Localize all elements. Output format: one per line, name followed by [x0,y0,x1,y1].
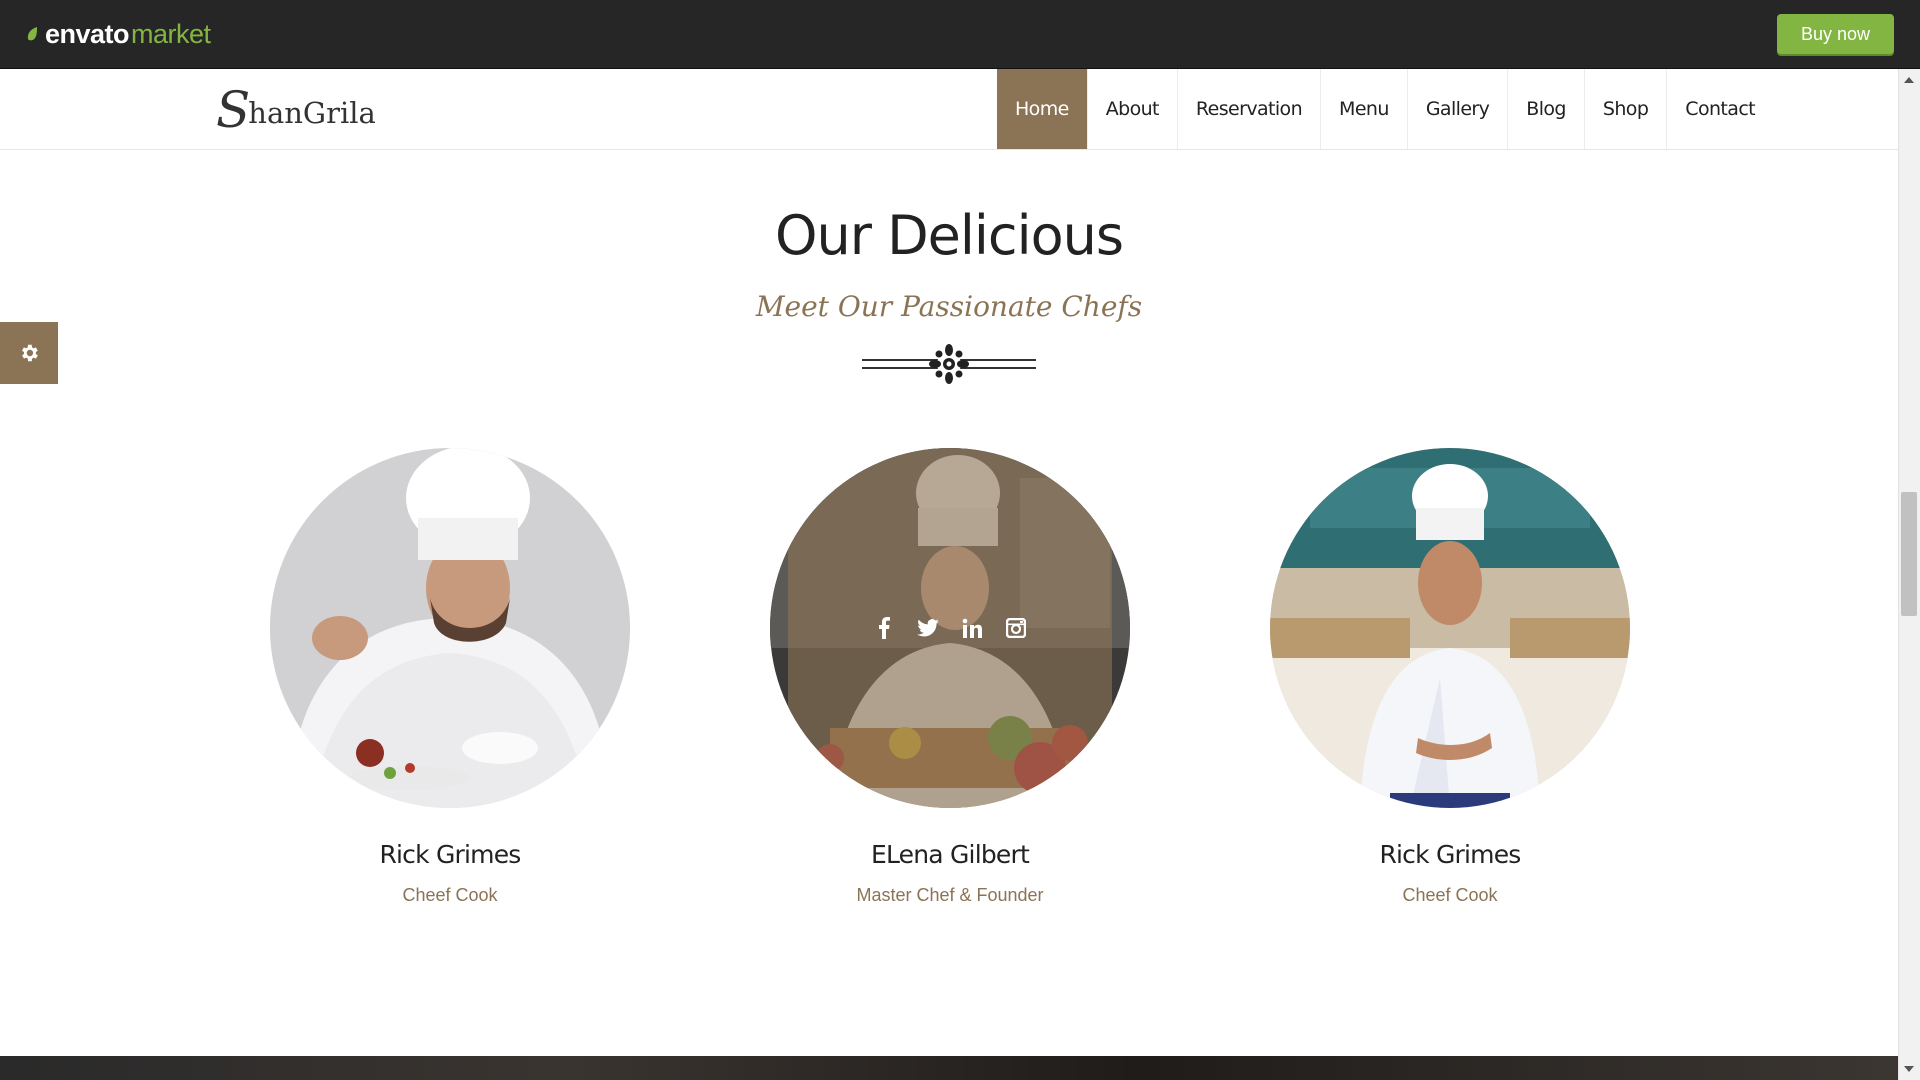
envato-market-logo[interactable]: envato market [25,18,211,50]
envato-logo-word: envato [45,18,130,49]
chef-card[interactable]: Rick Grimes Cheef Cook [270,448,630,906]
settings-panel-toggle[interactable] [0,322,58,384]
site-logo[interactable]: S hanGrila [216,85,376,135]
nav-shop[interactable]: Shop [1585,69,1668,149]
chef-name: Rick Grimes [1379,840,1521,869]
nav-contact[interactable]: Contact [1667,69,1773,149]
site-logo-initial: S [216,81,251,139]
chef-photo-image [270,448,630,808]
page-scrollbar[interactable] [1898,69,1920,1080]
chef-photo[interactable] [270,448,630,808]
section-subtitle: Meet Our Passionate Chefs [755,290,1143,323]
scroll-down-arrow-icon[interactable] [1904,1066,1914,1072]
chef-photo-image [1270,448,1630,808]
chef-card[interactable]: Rick Grimes Cheef Cook [1270,448,1630,906]
market-logo-word: market [131,18,211,49]
instagram-icon[interactable] [1005,617,1027,639]
nav-gallery[interactable]: Gallery [1408,69,1509,149]
chef-role: Cheef Cook [1402,885,1498,905]
nav-blog[interactable]: Blog [1508,69,1585,149]
chef-photo[interactable] [1270,448,1630,808]
nav-home[interactable]: Home [997,69,1088,149]
gear-icon [22,344,38,362]
chef-role: Master Chef & Founder [856,885,1044,905]
nav-reservation[interactable]: Reservation [1178,69,1322,149]
chef-name: ELena Gilbert [871,840,1030,869]
envato-leaf-icon [27,27,37,41]
linkedin-icon[interactable] [961,617,983,639]
buy-now-button[interactable]: Buy now [1777,14,1894,54]
nav-about[interactable]: About [1088,69,1178,149]
next-section-background [0,1056,1898,1080]
scroll-up-arrow-icon[interactable] [1904,77,1914,83]
chef-role: Cheef Cook [402,885,498,905]
chef-social-overlay [788,448,1112,808]
nav-menu[interactable]: Menu [1321,69,1408,149]
twitter-icon[interactable] [917,617,939,639]
section-title: Our Delicious [775,204,1124,267]
chef-photo[interactable] [770,448,1130,808]
chef-name: Rick Grimes [379,840,521,869]
ornament-divider-icon [862,344,1036,384]
scrollbar-thumb[interactable] [1901,492,1917,616]
main-nav: Home About Reservation Menu Gallery Blog… [997,69,1773,149]
chef-card[interactable]: ELena Gilbert Master Chef & Founder [770,448,1130,906]
envato-top-bar: envato market Buy now [0,0,1920,69]
site-logo-text: hanGrila [248,96,376,130]
facebook-icon[interactable] [873,617,895,639]
site-header: S hanGrila Home About Reservation Menu G… [0,69,1898,150]
